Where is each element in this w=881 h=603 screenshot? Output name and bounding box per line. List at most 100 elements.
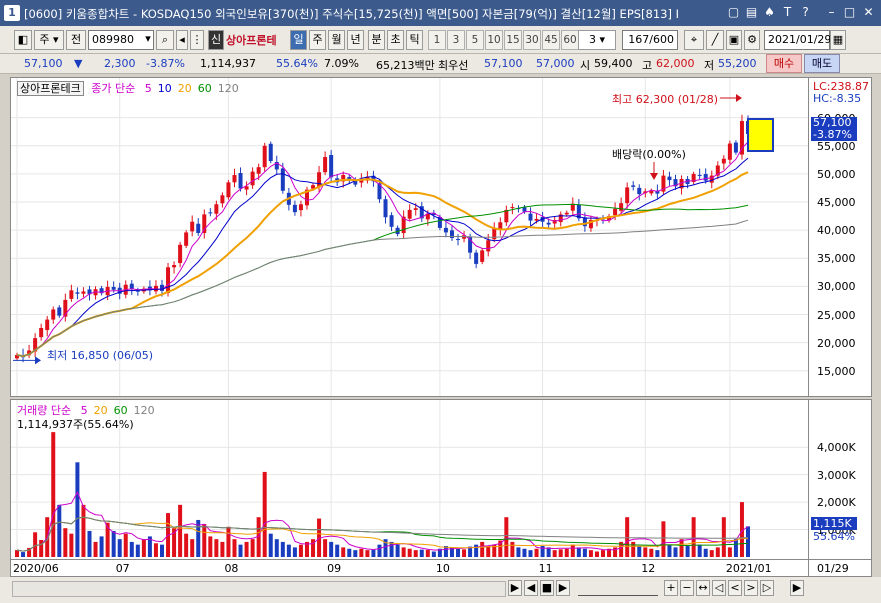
candle-42 bbox=[268, 143, 273, 161]
candle-119 bbox=[733, 142, 738, 153]
minute-option-3[interactable]: 3 bbox=[447, 30, 465, 50]
candle-86 bbox=[534, 218, 539, 221]
crosshair-icon[interactable]: ⌖ bbox=[684, 30, 704, 50]
stock-name-tag[interactable]: 상아프론테크 bbox=[17, 81, 84, 96]
volume-bar-93 bbox=[576, 547, 581, 557]
minute-option-60[interactable]: 60 bbox=[561, 30, 579, 50]
order-box[interactable] bbox=[747, 118, 774, 152]
minute-option-5[interactable]: 5 bbox=[466, 30, 484, 50]
speaker-icon[interactable]: ◂ bbox=[176, 30, 188, 50]
low-price: 55,200 bbox=[718, 57, 757, 70]
search-icon[interactable]: ⌕ bbox=[156, 30, 174, 50]
print-icon[interactable]: ▤ bbox=[744, 5, 759, 20]
period-tab-4[interactable]: 분 bbox=[368, 30, 385, 50]
candle-46 bbox=[292, 204, 297, 213]
minute-option-45[interactable]: 45 bbox=[542, 30, 560, 50]
volume-bar-90 bbox=[558, 549, 563, 557]
forward-icon[interactable]: ▶ bbox=[556, 580, 570, 596]
play-icon[interactable]: ▶ bbox=[508, 580, 522, 596]
volume-bar-103 bbox=[637, 546, 642, 557]
minimize-icon[interactable]: – bbox=[824, 5, 839, 20]
chevron-down-icon[interactable]: ▾ bbox=[142, 30, 154, 50]
volume-value-line: 1,114,937주(55.64%) bbox=[17, 418, 134, 431]
dividend-annotation: 배당락(0.00%) bbox=[612, 148, 686, 161]
best-label: 최우선 bbox=[438, 59, 469, 72]
volume-bar-110 bbox=[679, 539, 684, 557]
volume-chart[interactable]: 거래량 단순 5 20 60 120 1,114,937주(55.64%) bbox=[10, 399, 809, 560]
price-tick-5: 35,000 bbox=[817, 252, 856, 266]
buy-button[interactable]: 매수 bbox=[766, 54, 802, 73]
volume-bar-1 bbox=[21, 552, 26, 557]
chevron-left-icon[interactable]: < bbox=[728, 580, 742, 596]
zoom-in-icon[interactable]: + bbox=[664, 580, 678, 596]
trade-amount: 65,213백만 bbox=[376, 59, 435, 72]
volume-bar-55 bbox=[347, 548, 352, 557]
sell-button[interactable]: 매도 bbox=[804, 54, 840, 73]
main-toolbar: ◧ 주 ▾ 전 089980 ▾ ⌕ ◂ ⋮ 신 상아프론테 일주월년분초틱 1… bbox=[0, 26, 881, 54]
interval-select[interactable]: 3 ▾ bbox=[578, 30, 616, 50]
count-field[interactable]: 167/600 bbox=[622, 30, 678, 50]
period-tab-1[interactable]: 주 bbox=[309, 30, 326, 50]
price-ma-line-60 bbox=[16, 203, 749, 357]
period-tab-5[interactable]: 초 bbox=[387, 30, 404, 50]
horizontal-scrollbar[interactable] bbox=[12, 581, 506, 597]
settings-icon[interactable]: ⚙ bbox=[744, 30, 760, 50]
restore-icon[interactable]: ▢ bbox=[726, 5, 741, 20]
save-icon[interactable]: ▣ bbox=[726, 30, 742, 50]
maximize-icon[interactable]: □ bbox=[842, 5, 857, 20]
text-icon[interactable]: T bbox=[780, 5, 795, 20]
minute-option-15[interactable]: 15 bbox=[504, 30, 522, 50]
chevron-right-icon[interactable]: > bbox=[744, 580, 758, 596]
turnover-rate: 7.09% bbox=[324, 57, 359, 70]
period-tab-0[interactable]: 일 bbox=[290, 30, 307, 50]
minute-option-1[interactable]: 1 bbox=[428, 30, 446, 50]
x-label-0: 2020/06 bbox=[13, 562, 59, 575]
volume-bar-82 bbox=[510, 541, 515, 557]
zoom-out-icon[interactable]: − bbox=[680, 580, 694, 596]
volume-bar-94 bbox=[582, 548, 587, 557]
step-back-icon[interactable]: ◁ bbox=[712, 580, 726, 596]
period-tab-3[interactable]: 년 bbox=[347, 30, 364, 50]
period-select[interactable]: 주 ▾ bbox=[34, 30, 64, 50]
chevron-right-end-icon[interactable]: ▶ bbox=[790, 580, 804, 596]
candle-66 bbox=[413, 208, 418, 210]
back-icon[interactable]: ◀ bbox=[524, 580, 538, 596]
candle-73 bbox=[456, 239, 461, 241]
volume-bar-57 bbox=[359, 548, 364, 557]
volume-bar-45 bbox=[286, 544, 291, 557]
zoom-slider[interactable] bbox=[578, 582, 658, 596]
help-icon[interactable]: ? bbox=[798, 5, 813, 20]
stop-icon[interactable]: ■ bbox=[540, 580, 554, 596]
layout-icon[interactable]: ◧ bbox=[14, 30, 32, 50]
volume-bar-37 bbox=[238, 544, 243, 557]
volume-bar-83 bbox=[516, 547, 521, 557]
x-axis-last-date: 01/29 bbox=[817, 562, 849, 575]
period-tab-6[interactable]: 틱 bbox=[406, 30, 423, 50]
pin-icon[interactable]: ♠ bbox=[762, 5, 777, 20]
minute-option-30[interactable]: 30 bbox=[523, 30, 541, 50]
prev-button[interactable]: 전 bbox=[66, 30, 86, 50]
current-price: 57,100 bbox=[24, 57, 63, 70]
calendar-icon[interactable]: ▦ bbox=[830, 30, 846, 50]
close-icon[interactable]: ✕ bbox=[861, 5, 876, 20]
volume-bar-19 bbox=[129, 541, 134, 557]
candle-34 bbox=[220, 195, 225, 204]
draw-line-icon[interactable]: ╱ bbox=[706, 30, 724, 50]
quote-row: 57,100 ▼ 2,300 -3.87% 1,114,937 55.64% 7… bbox=[0, 54, 881, 74]
candle-7 bbox=[57, 307, 62, 316]
step-forward-icon[interactable]: ▷ bbox=[760, 580, 774, 596]
candle-6 bbox=[51, 309, 56, 320]
volume-bar-36 bbox=[232, 539, 237, 557]
fit-icon[interactable]: ↔ bbox=[696, 580, 710, 596]
period-tab-2[interactable]: 월 bbox=[328, 30, 345, 50]
date-input[interactable]: 2021/01/29 bbox=[764, 30, 831, 50]
volume-bar-16 bbox=[111, 530, 116, 557]
candle-19 bbox=[129, 283, 134, 289]
volume-tick-0: 4,000K bbox=[817, 441, 856, 455]
price-chart[interactable]: 상아프론테크 종가 단순 5 10 20 60 120 최고 62,300 (01/28… bbox=[10, 77, 809, 397]
volume-value: 1,114,937 bbox=[200, 57, 256, 70]
minute-option-10[interactable]: 10 bbox=[485, 30, 503, 50]
volume-ma-120: 120 bbox=[133, 404, 155, 417]
window-number-icon[interactable]: 1 bbox=[4, 5, 20, 21]
menu-icon[interactable]: ⋮ bbox=[190, 30, 204, 50]
